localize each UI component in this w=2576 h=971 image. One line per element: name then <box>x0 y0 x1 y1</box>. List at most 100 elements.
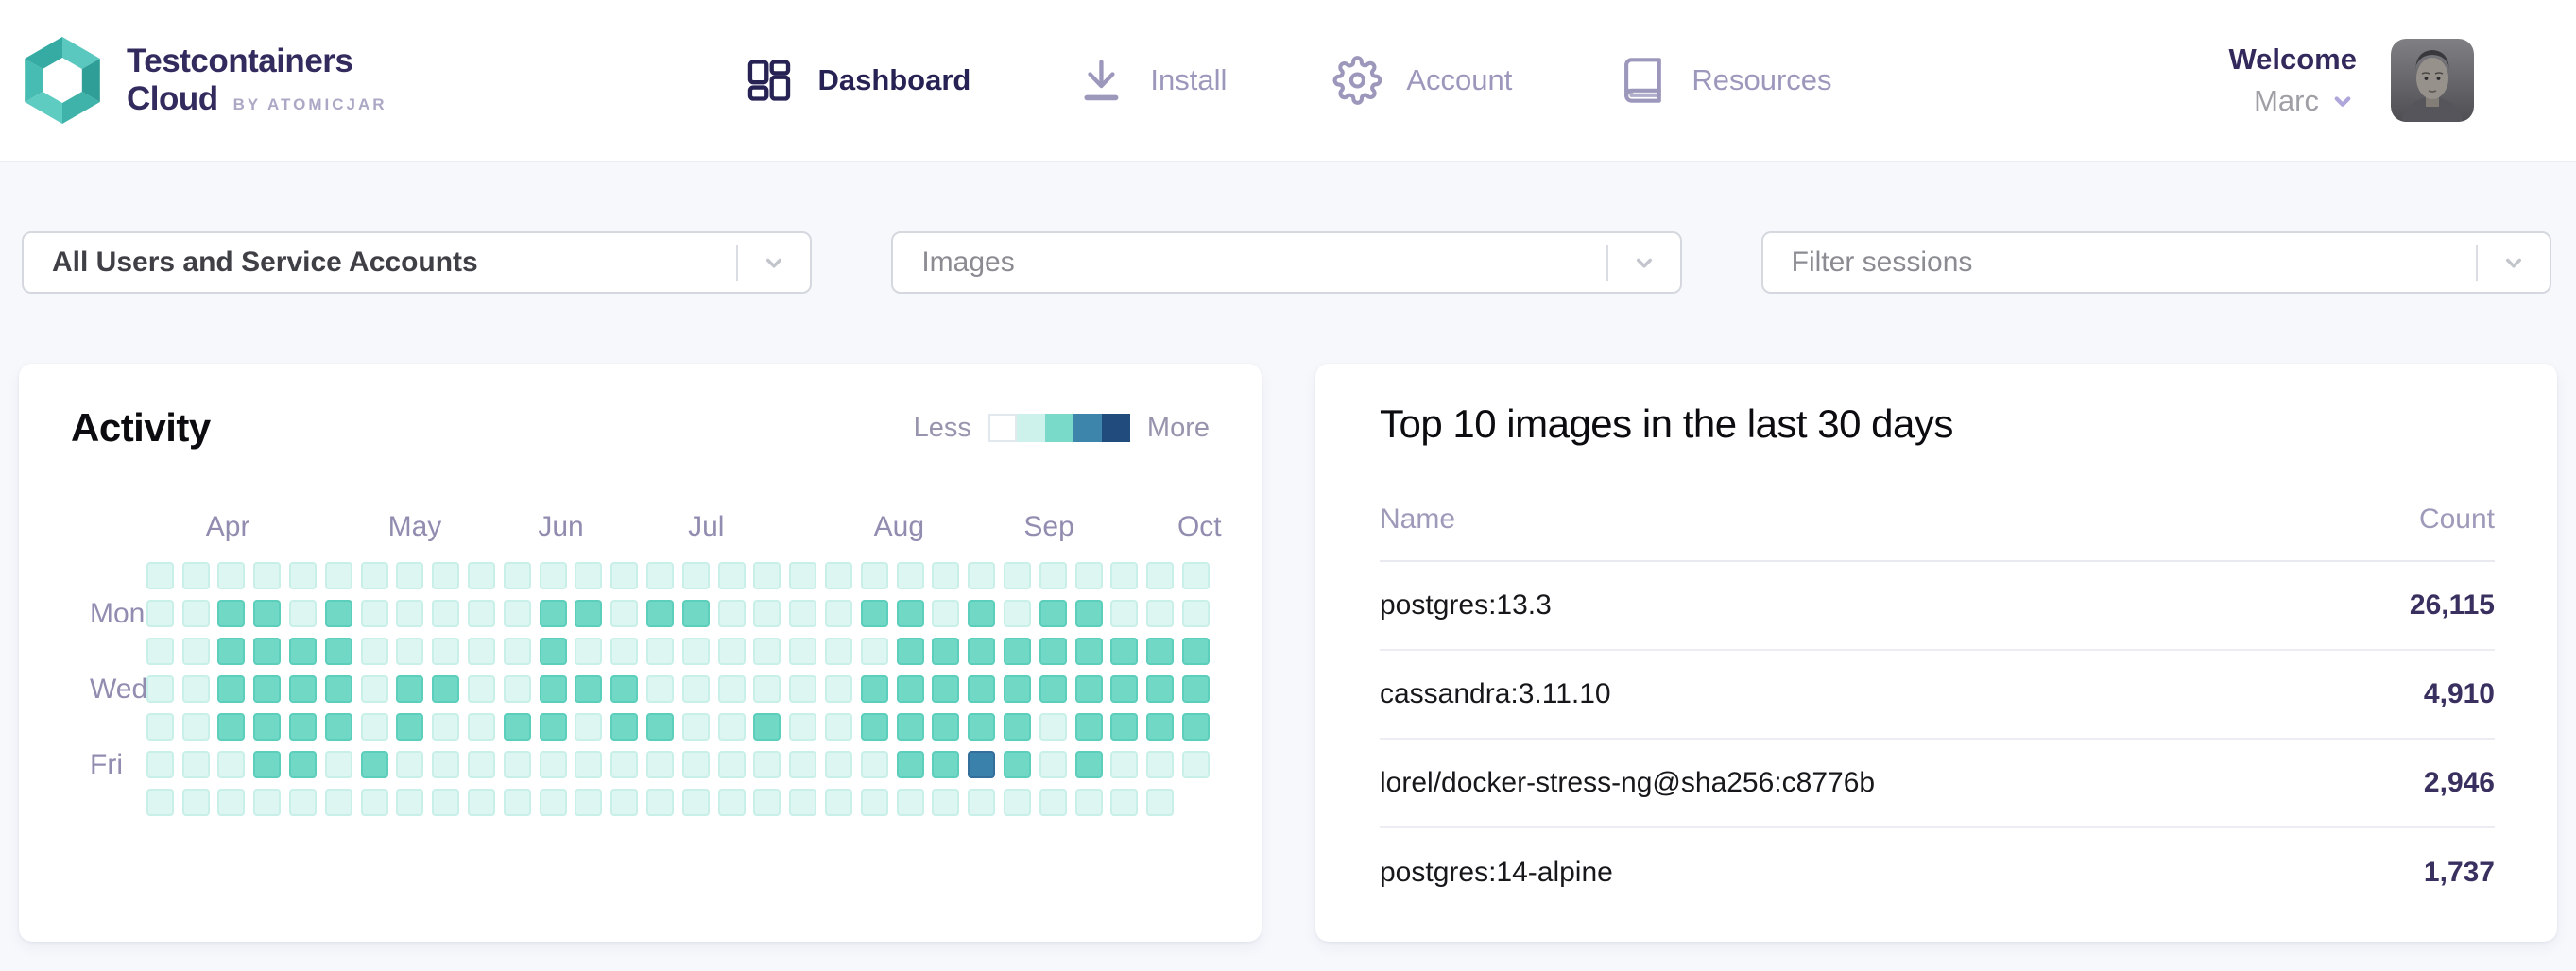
heatmap-cell[interactable] <box>1039 675 1067 703</box>
heatmap-cell[interactable] <box>1004 789 1031 816</box>
heatmap-cell[interactable] <box>610 675 638 703</box>
heatmap-cell[interactable] <box>253 713 281 741</box>
heatmap-cell[interactable] <box>1182 638 1210 665</box>
heatmap-cell[interactable] <box>897 675 924 703</box>
heatmap-cell[interactable] <box>468 751 495 778</box>
heatmap-cell[interactable] <box>1004 600 1031 627</box>
heatmap-cell[interactable] <box>968 751 995 778</box>
heatmap-cell[interactable] <box>146 562 174 589</box>
heatmap-cell[interactable] <box>753 638 781 665</box>
users-filter-select[interactable]: All Users and Service Accounts <box>22 231 812 294</box>
heatmap-cell[interactable] <box>1110 600 1138 627</box>
heatmap-cell[interactable] <box>825 751 852 778</box>
heatmap-cell[interactable] <box>646 751 674 778</box>
heatmap-cell[interactable] <box>1110 789 1138 816</box>
user-menu[interactable]: Welcome Marc <box>2228 39 2474 122</box>
heatmap-cell[interactable] <box>1039 751 1067 778</box>
heatmap-cell[interactable] <box>361 675 388 703</box>
heatmap-cell[interactable] <box>396 675 423 703</box>
heatmap-cell[interactable] <box>646 600 674 627</box>
heatmap-cell[interactable] <box>789 600 816 627</box>
heatmap-cell[interactable] <box>540 751 567 778</box>
heatmap-cell[interactable] <box>753 713 781 741</box>
heatmap-cell[interactable] <box>682 562 710 589</box>
heatmap-cell[interactable] <box>1146 789 1174 816</box>
heatmap-cell[interactable] <box>1182 600 1210 627</box>
heatmap-cell[interactable] <box>1075 713 1103 741</box>
heatmap-cell[interactable] <box>253 751 281 778</box>
heatmap-cell[interactable] <box>504 713 531 741</box>
heatmap-cell[interactable] <box>1146 713 1174 741</box>
heatmap-cell[interactable] <box>289 675 317 703</box>
heatmap-cell[interactable] <box>825 675 852 703</box>
heatmap-cell[interactable] <box>1110 638 1138 665</box>
heatmap-cell[interactable] <box>575 638 602 665</box>
heatmap-cell[interactable] <box>1146 562 1174 589</box>
heatmap-cell[interactable] <box>325 562 352 589</box>
heatmap-cell[interactable] <box>468 789 495 816</box>
heatmap-cell[interactable] <box>540 638 567 665</box>
heatmap-cell[interactable] <box>396 789 423 816</box>
heatmap-cell[interactable] <box>575 713 602 741</box>
heatmap-cell[interactable] <box>1075 600 1103 627</box>
heatmap-cell[interactable] <box>825 789 852 816</box>
heatmap-cell[interactable] <box>361 638 388 665</box>
heatmap-cell[interactable] <box>1004 638 1031 665</box>
heatmap-cell[interactable] <box>682 789 710 816</box>
heatmap-cell[interactable] <box>825 638 852 665</box>
heatmap-cell[interactable] <box>1182 751 1210 778</box>
chevron-down-icon[interactable] <box>2499 248 2528 277</box>
heatmap-cell[interactable] <box>682 600 710 627</box>
heatmap-cell[interactable] <box>468 713 495 741</box>
heatmap-cell[interactable] <box>1039 562 1067 589</box>
heatmap-cell[interactable] <box>789 789 816 816</box>
heatmap-cell[interactable] <box>325 789 352 816</box>
heatmap-cell[interactable] <box>1039 600 1067 627</box>
heatmap-cell[interactable] <box>540 675 567 703</box>
heatmap-cell[interactable] <box>289 638 317 665</box>
heatmap-cell[interactable] <box>575 562 602 589</box>
nav-install[interactable]: Install <box>1076 56 1227 105</box>
heatmap-cell[interactable] <box>968 600 995 627</box>
heatmap-cell[interactable] <box>1039 638 1067 665</box>
heatmap-cell[interactable] <box>217 562 245 589</box>
heatmap-cell[interactable] <box>289 562 317 589</box>
heatmap-cell[interactable] <box>682 713 710 741</box>
heatmap-cell[interactable] <box>432 675 459 703</box>
heatmap-cell[interactable] <box>610 562 638 589</box>
heatmap-cell[interactable] <box>682 751 710 778</box>
heatmap-cell[interactable] <box>789 562 816 589</box>
heatmap-cell[interactable] <box>1146 675 1174 703</box>
heatmap-cell[interactable] <box>1004 713 1031 741</box>
sessions-filter-select[interactable]: Filter sessions <box>1761 231 2551 294</box>
heatmap-cell[interactable] <box>289 600 317 627</box>
heatmap-cell[interactable] <box>1182 562 1210 589</box>
heatmap-cell[interactable] <box>504 638 531 665</box>
heatmap-cell[interactable] <box>646 638 674 665</box>
heatmap-cell[interactable] <box>289 751 317 778</box>
heatmap-cell[interactable] <box>182 638 210 665</box>
chevron-down-icon[interactable] <box>1630 248 1658 277</box>
heatmap-cell[interactable] <box>1110 675 1138 703</box>
heatmap-cell[interactable] <box>146 789 174 816</box>
heatmap-cell[interactable] <box>1146 751 1174 778</box>
heatmap-cell[interactable] <box>1039 789 1067 816</box>
heatmap-cell[interactable] <box>718 751 746 778</box>
heatmap-cell[interactable] <box>861 713 888 741</box>
nav-account[interactable]: Account <box>1332 56 1512 105</box>
heatmap-cell[interactable] <box>432 638 459 665</box>
heatmap-cell[interactable] <box>361 562 388 589</box>
heatmap-cell[interactable] <box>861 600 888 627</box>
heatmap-cell[interactable] <box>1039 713 1067 741</box>
heatmap-cell[interactable] <box>682 638 710 665</box>
heatmap-cell[interactable] <box>289 713 317 741</box>
heatmap-cell[interactable] <box>968 562 995 589</box>
heatmap-cell[interactable] <box>718 789 746 816</box>
heatmap-cell[interactable] <box>253 562 281 589</box>
heatmap-cell[interactable] <box>718 638 746 665</box>
heatmap-cell[interactable] <box>897 751 924 778</box>
heatmap-cell[interactable] <box>432 751 459 778</box>
heatmap-cell[interactable] <box>432 562 459 589</box>
heatmap-cell[interactable] <box>646 562 674 589</box>
heatmap-cell[interactable] <box>932 675 959 703</box>
